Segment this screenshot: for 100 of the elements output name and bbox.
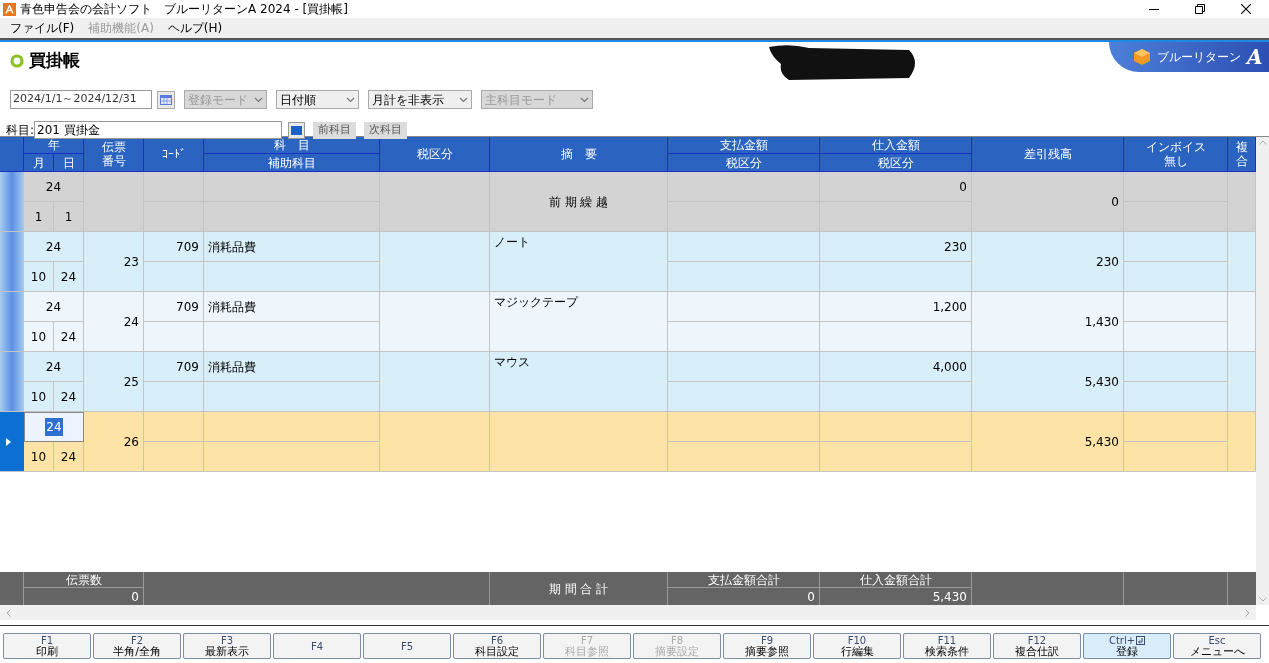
chevron-down-icon [580,96,589,103]
table-cell: 0 [820,172,972,202]
table-cell [144,172,204,202]
table-cell: 消耗品費 [204,232,380,262]
table-cell: 24 [54,262,84,292]
table-cell: 23 [84,232,144,292]
row-header-corner [0,137,24,172]
account-nav-button[interactable]: 次科目 [364,121,408,139]
function-key-button[interactable]: Ctrl+ 登録 [1083,633,1171,659]
table-cell: 709 [144,232,204,262]
totals-label: 仕入金額合計 [820,572,972,588]
scroll-right-icon[interactable] [1245,608,1250,617]
column-header: 摘 要 [490,137,668,172]
current-row-icon [6,437,12,446]
maximize-icon [1195,4,1205,14]
chevron-down-icon [459,96,468,103]
window-title: 青色申告会の会計ソフト ブルーリターンA 2024 - [買掛帳] [20,1,348,18]
menu-item[interactable]: ファイル(F) [10,19,75,37]
table-cell: 709 [144,352,204,382]
table-cell: マジックテープ [490,292,668,352]
table-cell [144,262,204,292]
function-key-button[interactable]: F12 複合仕訳 [993,633,1081,659]
account-nav-button[interactable]: 前科目 [313,121,357,139]
table-cell: 24 [54,442,84,472]
table-cell: 230 [820,232,972,262]
cube-icon [1133,48,1151,66]
function-key-button[interactable]: F9 摘要参照 [723,633,811,659]
column-header: 日 [54,154,84,172]
chevron-down-icon [254,96,263,103]
calendar-icon [160,94,172,105]
column-header: 科 目 [204,137,380,154]
function-key-button[interactable]: F2 半角/全角 [93,633,181,659]
scroll-down-icon[interactable] [1258,597,1267,602]
table-cell: 5,430 [972,412,1124,472]
table-cell: 1,200 [820,292,972,322]
function-key-button[interactable]: F10 行編集 [813,633,901,659]
column-header: 伝票 番号 [84,137,144,172]
table-cell: 25 [84,352,144,412]
table-cell [1228,352,1256,412]
ring-icon [10,53,24,68]
table-cell: 消耗品費 [204,352,380,382]
table-cell: 26 [84,412,144,472]
dropdown[interactable]: 日付順 [276,90,359,109]
account-picker-button[interactable] [288,121,306,139]
table-cell: 10 [24,442,54,472]
table-cell: 24 [24,292,84,322]
table-cell: 24 [24,352,84,382]
row-marker[interactable] [0,292,24,352]
table-cell [1228,172,1256,232]
row-marker[interactable] [0,352,24,412]
function-key-button[interactable]: F1 印刷 [3,633,91,659]
table-cell: 1,430 [972,292,1124,352]
column-header: 支払金額 [668,137,820,154]
column-header: 年 [24,137,84,154]
table-cell: 10 [24,382,54,412]
calendar-button[interactable] [157,90,175,109]
vertical-scrollbar[interactable] [1256,137,1269,605]
function-key-button[interactable]: F6 科目設定 [453,633,541,659]
column-header: 複 合 [1228,137,1256,172]
horizontal-scrollbar[interactable] [0,605,1256,620]
square-icon [291,125,303,135]
table-cell [144,322,204,352]
totals-label: 伝票数 [24,572,144,588]
year-input[interactable]: 24 [45,418,63,436]
dropdown[interactable]: 月計を非表示 [368,90,472,109]
brand-name: ブルーリターン [1157,49,1241,66]
table-cell: 24 [54,322,84,352]
table-cell [1228,292,1256,352]
minimize-icon [1149,8,1159,10]
table-cell: 0 [972,172,1124,232]
table-cell [144,412,204,442]
column-header: インボイス 無し [1124,137,1228,172]
account-field[interactable]: 201 買掛金 [34,121,283,139]
function-key-button[interactable]: Esc メニューへ [1173,633,1261,659]
current-row-marker[interactable] [0,412,24,472]
column-header: 税区分 [668,154,820,172]
function-key-button[interactable]: F11 検索条件 [903,633,991,659]
column-header: 税区分 [380,137,490,172]
menu-item[interactable]: ヘルプ(H) [167,19,223,37]
table-cell: 24 [24,232,84,262]
page-title: 買掛帳 [29,49,80,72]
function-key-button[interactable]: F3 最新表示 [183,633,271,659]
function-key-button[interactable]: F5 [363,633,451,659]
table-cell: 前 期 繰 越 [490,172,668,232]
table-cell [144,382,204,412]
scroll-left-icon[interactable] [6,608,11,617]
column-header: 税区分 [820,154,972,172]
function-key-button[interactable]: F4 [273,633,361,659]
row-marker[interactable] [0,232,24,292]
table-cell: マウス [490,352,668,412]
brand-mark: A [1247,47,1263,67]
row-marker[interactable] [0,172,24,232]
table-cell [84,172,144,232]
table-cell: 4,000 [820,352,972,382]
column-header: ｺｰﾄﾞ [144,137,204,172]
table-cell: 10 [24,322,54,352]
close-icon [1241,4,1251,14]
period-field[interactable]: 2024/1/1～2024/12/31 [10,90,152,109]
scroll-up-icon[interactable] [1258,140,1267,145]
totals-label: 支払金額合計 [668,572,820,588]
